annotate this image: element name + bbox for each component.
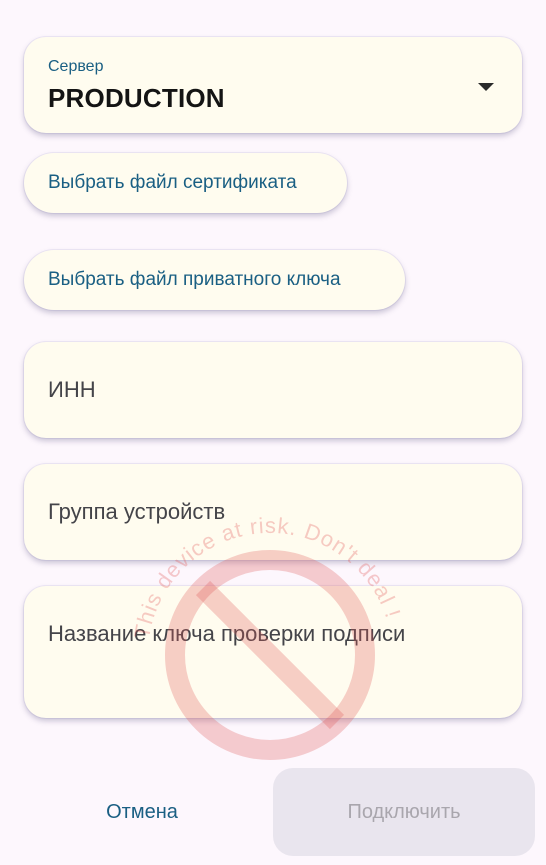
signature-key-name-field[interactable]: Название ключа проверки подписи [24, 586, 522, 718]
server-value: PRODUCTION [48, 83, 225, 113]
connect-button[interactable]: Подключить [273, 768, 535, 856]
select-private-key-button[interactable]: Выбрать файл приватного ключа [24, 250, 405, 310]
device-group-field-label: Группа устройств [48, 499, 226, 524]
inn-field-label: ИНН [48, 377, 96, 402]
device-group-field[interactable]: Группа устройств [24, 464, 522, 560]
server-dropdown[interactable]: Сервер PRODUCTION [24, 37, 522, 133]
inn-field[interactable]: ИНН [24, 342, 522, 438]
cancel-button[interactable]: Отмена [72, 790, 212, 834]
signature-key-name-field-label: Название ключа проверки подписи [48, 621, 406, 646]
dropdown-arrow-icon[interactable] [478, 83, 494, 91]
select-certificate-button[interactable]: Выбрать файл сертификата [24, 153, 347, 213]
server-label: Сервер [48, 58, 104, 75]
